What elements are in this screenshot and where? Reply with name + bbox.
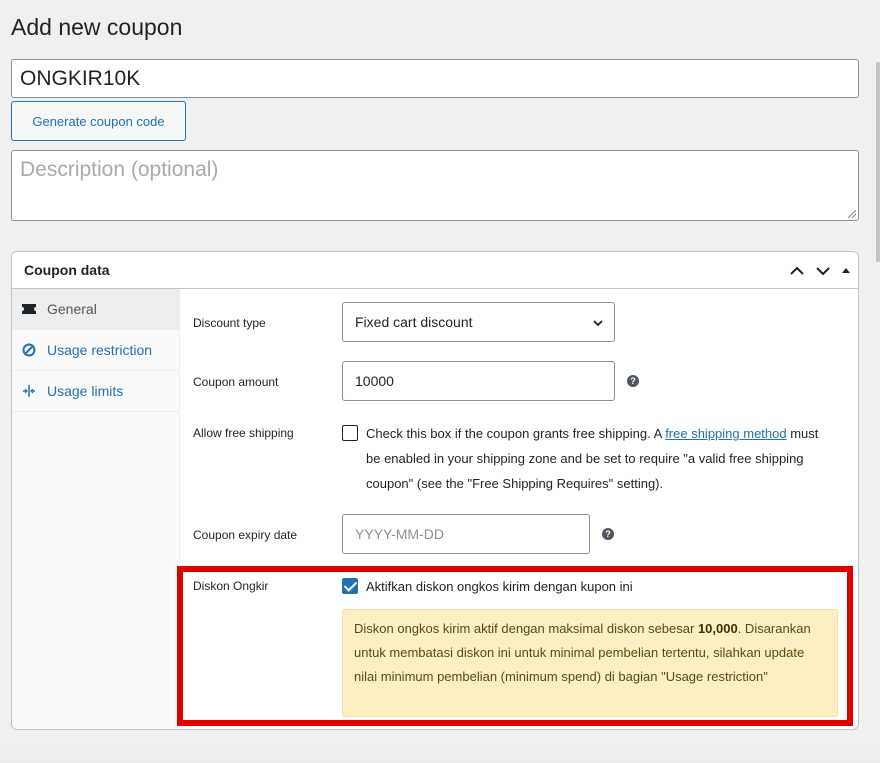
diskon-ongkir-checkbox[interactable] [342,578,358,594]
discount-type-select[interactable]: Fixed cart discount [342,302,615,342]
help-icon[interactable]: ? [602,528,614,540]
coupon-amount-label: Coupon amount [193,375,279,389]
panel-title: Coupon data [24,262,110,278]
description-textarea[interactable]: Description (optional) [11,150,859,221]
coupon-data-panel: Coupon data General Usage restriction Us… [11,251,859,730]
free-shipping-description: Check this box if the coupon grants free… [366,421,836,496]
expiry-date-input[interactable]: YYYY-MM-DD [342,514,590,554]
bottom-area [0,740,880,763]
generate-coupon-code-button[interactable]: Generate coupon code [11,101,186,141]
diskon-ongkir-checkbox-label: Aktifkan diskon ongkos kirim dengan kupo… [366,579,633,594]
tab-label: Usage restriction [47,342,153,358]
description-placeholder: Description (optional) [20,158,219,181]
coupon-code-input[interactable]: ONGKIR10K [11,59,859,98]
tab-label: Usage limits [47,383,124,399]
move-up-icon[interactable] [788,262,806,280]
coupon-data-tabs: General Usage restriction Usage limits [12,289,180,729]
move-down-icon[interactable] [814,262,832,280]
expiry-date-label: Coupon expiry date [193,528,298,542]
tab-general[interactable]: General [12,289,179,330]
limits-icon [21,383,37,399]
page-title: Add new coupon [11,14,183,40]
discount-type-label: Discount type [193,316,266,330]
diskon-ongkir-label: Diskon Ongkir [193,579,269,593]
general-tab-content: Discount type Fixed cart discount Coupon… [181,289,858,729]
free-shipping-text-before: Check this box if the coupon grants free… [366,426,666,441]
free-shipping-checkbox[interactable] [342,425,358,441]
help-icon[interactable]: ? [627,375,639,387]
ticket-icon [21,301,37,317]
coupon-amount-input[interactable]: 10000 [342,361,615,401]
tab-usage-limits[interactable]: Usage limits [12,371,179,412]
panel-header: Coupon data [12,252,858,289]
collapse-toggle-icon[interactable] [840,262,852,280]
free-shipping-label: Allow free shipping [193,426,294,440]
discount-type-value: Fixed cart discount [355,314,473,330]
diskon-ongkir-notice: Diskon ongkos kirim aktif dengan maksima… [342,609,838,717]
page-scrollbar[interactable] [876,62,880,262]
restriction-icon [21,342,37,358]
tab-usage-restriction[interactable]: Usage restriction [12,330,179,371]
resize-grip-icon[interactable] [848,210,856,218]
free-shipping-method-link[interactable]: free shipping method [665,426,786,441]
panel-controls [788,262,852,280]
chevron-down-icon [592,316,604,332]
notice-amount: 10,000 [697,621,738,636]
section-divider [181,566,858,567]
notice-text-before: Diskon ongkos kirim aktif dengan maksima… [354,621,698,636]
tab-label: General [47,301,97,317]
